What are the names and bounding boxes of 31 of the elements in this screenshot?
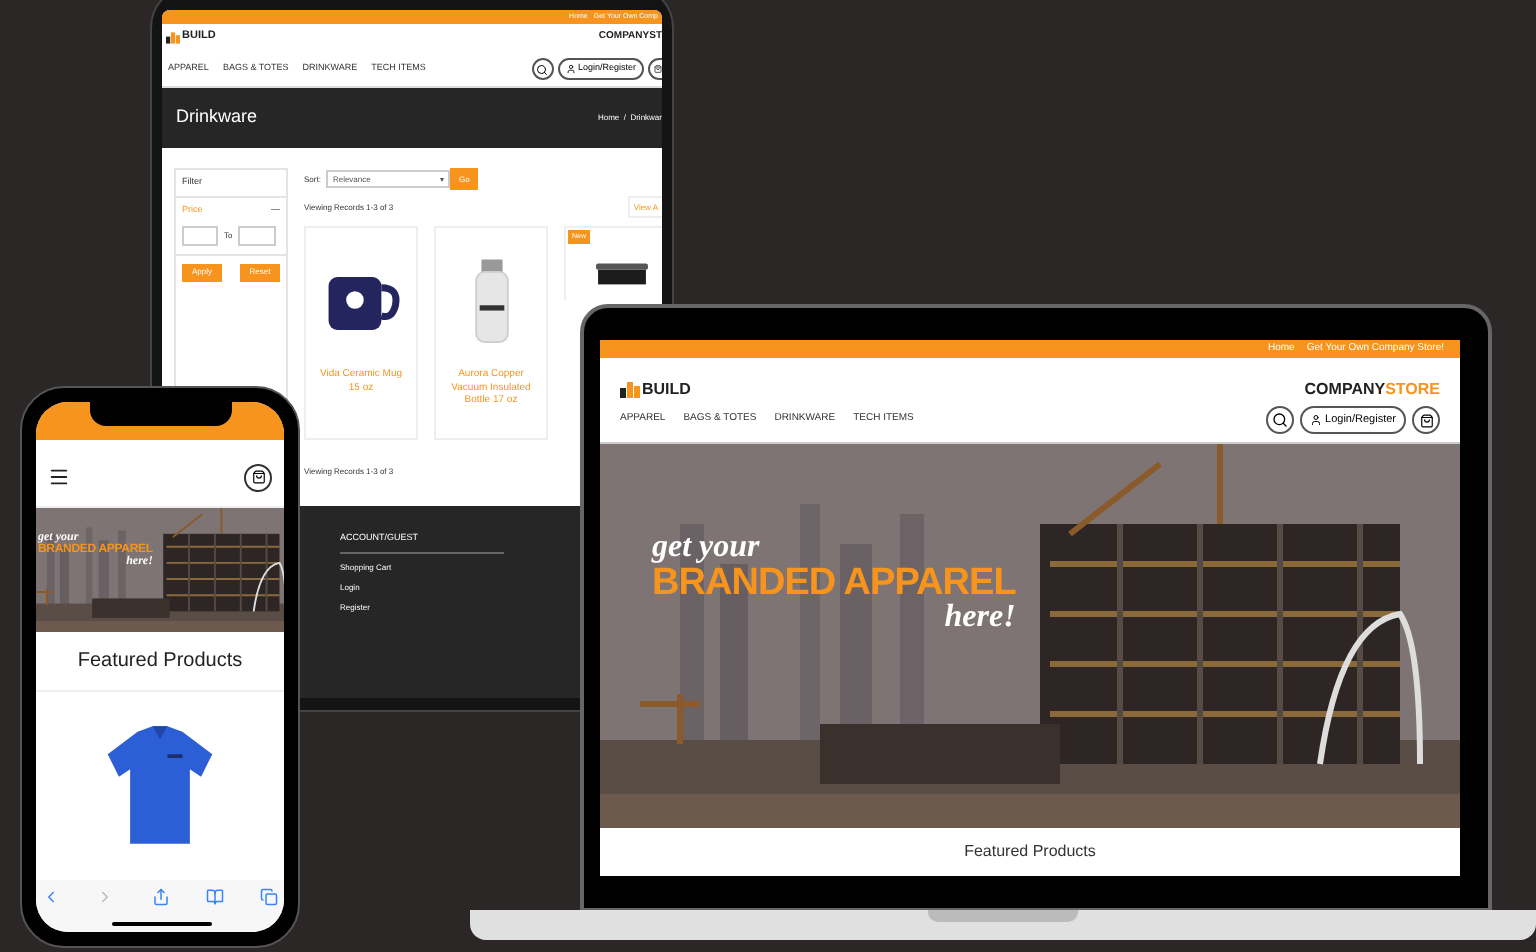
share-icon[interactable] (151, 888, 169, 906)
price-max-field[interactable] (238, 225, 277, 245)
search-icon (536, 63, 549, 75)
hero-tagline: here! (944, 602, 1016, 634)
logo-text: BUILD (642, 382, 691, 398)
cart-button[interactable] (244, 463, 272, 491)
store-name: COMPANYSTORE (1304, 382, 1440, 398)
bookmarks-icon[interactable] (205, 888, 224, 906)
phone-notch (90, 402, 232, 426)
search-button[interactable] (1265, 406, 1294, 434)
price-min-field[interactable] (182, 225, 218, 245)
cart-button[interactable] (648, 58, 662, 80)
section-title: Featured Products (964, 840, 1096, 864)
user-icon (1309, 414, 1322, 426)
home-indicator (112, 922, 212, 926)
cart-button[interactable] (1412, 406, 1440, 434)
page-title: Drinkware (176, 104, 258, 131)
bag-icon (251, 470, 265, 484)
hero-tagline: get your (652, 532, 760, 564)
bag-icon (1419, 413, 1433, 427)
tabs-icon[interactable] (260, 888, 278, 906)
section-title: Featured Products (77, 648, 243, 676)
search-button[interactable] (531, 58, 554, 80)
search-icon (1271, 412, 1288, 428)
hero-headline: BRANDED APPAREL (652, 564, 1016, 602)
logo-icon (166, 32, 180, 44)
back-icon[interactable] (42, 888, 60, 906)
bag-icon (654, 64, 662, 74)
menu-icon[interactable] (48, 466, 70, 488)
logo-icon (620, 382, 640, 398)
user-icon (565, 64, 576, 74)
